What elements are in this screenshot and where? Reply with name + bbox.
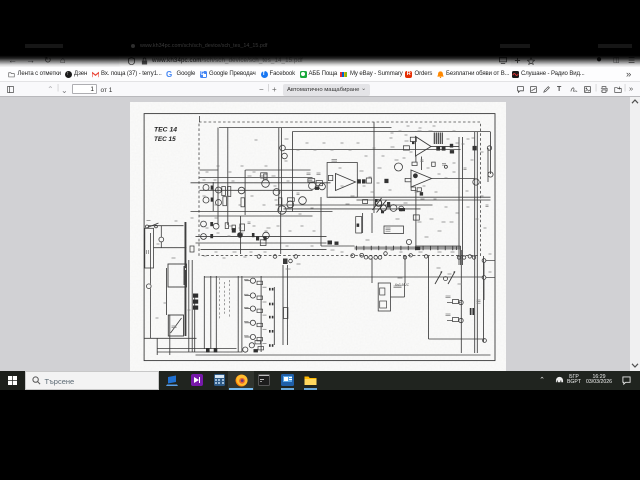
svg-text:ТЕС 15: ТЕС 15 bbox=[154, 136, 176, 143]
svg-text:ТЕС 14: ТЕС 14 bbox=[154, 127, 177, 134]
svg-text:Кн3-5х2С: Кн3-5х2С bbox=[395, 283, 410, 287]
